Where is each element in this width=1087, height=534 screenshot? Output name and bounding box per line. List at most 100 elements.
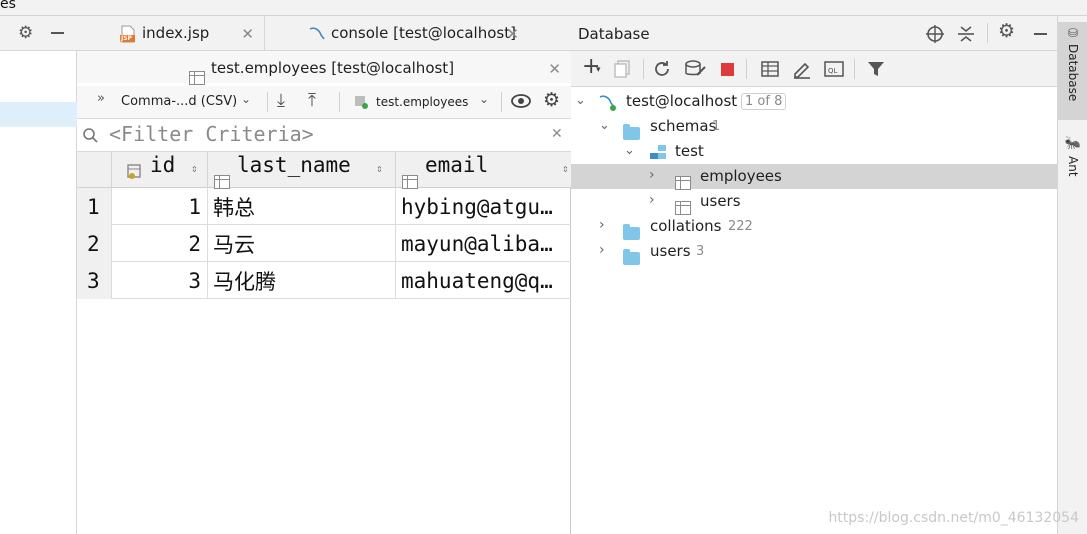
column-header-last-name[interactable]: last_name ⇕ bbox=[208, 152, 396, 189]
row-number: 3 bbox=[77, 262, 112, 299]
refresh-icon[interactable] bbox=[653, 60, 671, 82]
cell-last-name[interactable]: 韩总 bbox=[208, 188, 396, 225]
tab-index-jsp[interactable]: JSP index.jsp ✕ bbox=[77, 16, 265, 51]
column-name: last_name bbox=[237, 153, 351, 177]
close-icon[interactable]: ✕ bbox=[241, 25, 254, 43]
tree-label: schemas bbox=[650, 117, 717, 135]
item-count: 1 bbox=[712, 119, 721, 134]
minimize-icon[interactable] bbox=[51, 32, 64, 34]
chevron-right-icon[interactable]: › bbox=[599, 217, 605, 233]
cell-id[interactable]: 2 bbox=[112, 225, 208, 262]
column-header-email[interactable]: email ⇕ bbox=[396, 152, 571, 189]
gear-icon[interactable]: ⚙ bbox=[18, 23, 33, 43]
tree-node-collations[interactable]: › collations 222 bbox=[571, 214, 1057, 240]
chevron-down-icon[interactable]: ⌄ bbox=[479, 92, 489, 106]
sort-icon[interactable]: ⇕ bbox=[376, 162, 383, 175]
table-view-icon[interactable] bbox=[761, 61, 779, 81]
edit-icon[interactable] bbox=[792, 59, 812, 83]
ant-icon: 🐜 bbox=[1065, 136, 1081, 152]
table-row[interactable]: 1 1 韩总 hybing@atgu… bbox=[77, 188, 571, 225]
folder-icon bbox=[623, 249, 640, 265]
editor-tab-row-2: test.employees [test@localhost] ✕ bbox=[77, 51, 571, 86]
tree-node-schema-test[interactable]: ⌄ test bbox=[571, 139, 1057, 164]
window-title-fragment: es bbox=[0, 0, 16, 12]
schema-sync-icon[interactable] bbox=[684, 60, 706, 82]
cell-last-name[interactable]: 马化腾 bbox=[208, 262, 396, 299]
sort-icon[interactable]: ⇕ bbox=[562, 162, 569, 175]
sort-icon[interactable]: ⇕ bbox=[191, 162, 198, 175]
download-icon[interactable]: ⤓ bbox=[277, 90, 285, 111]
more-icon[interactable]: » bbox=[97, 91, 105, 106]
close-icon[interactable]: ✕ bbox=[551, 126, 563, 142]
tree-node-users[interactable]: › users 3 bbox=[571, 239, 1057, 265]
tool-tab-label: Ant bbox=[1066, 155, 1080, 177]
tree-label: users bbox=[650, 242, 691, 260]
cell-email[interactable]: mahuateng@q… bbox=[396, 262, 571, 299]
database-panel: Database ⚙ + ▾ QL ⌄ test@localhost 1 of … bbox=[571, 16, 1057, 534]
chevron-right-icon[interactable]: › bbox=[649, 167, 655, 183]
column-icon bbox=[402, 175, 418, 189]
chevron-down-icon[interactable]: ▾ bbox=[596, 65, 601, 75]
minimize-icon[interactable] bbox=[1034, 33, 1047, 35]
eye-icon[interactable] bbox=[510, 92, 532, 114]
filter-input[interactable]: <Filter Criteria> bbox=[109, 122, 314, 146]
table-icon bbox=[675, 175, 691, 190]
gear-icon[interactable]: ⚙ bbox=[543, 89, 560, 111]
database-toolbar: + ▾ QL bbox=[571, 51, 1057, 87]
table-row[interactable]: 2 2 马云 mayun@aliba… bbox=[77, 225, 571, 262]
jsp-badge: JSP bbox=[121, 35, 132, 42]
tab-test-employees[interactable]: test.employees [test@localhost] ✕ bbox=[77, 51, 571, 86]
tree-node-connection[interactable]: ⌄ test@localhost 1 of 8 bbox=[571, 89, 1057, 114]
cell-last-name[interactable]: 马云 bbox=[208, 225, 396, 262]
tool-window-stripe: ⛁ Database 🐜 Ant bbox=[1057, 16, 1087, 534]
divider bbox=[501, 92, 502, 112]
table-source-select[interactable]: test.employees bbox=[376, 95, 468, 109]
tree-node-schemas[interactable]: ⌄ schemas 1 bbox=[571, 114, 1057, 140]
close-icon[interactable]: ✕ bbox=[506, 25, 519, 43]
chevron-right-icon[interactable]: › bbox=[649, 192, 655, 208]
collapse-all-icon[interactable] bbox=[957, 24, 975, 48]
chevron-down-icon[interactable]: ⌄ bbox=[575, 93, 586, 108]
copy-icon[interactable] bbox=[613, 60, 631, 82]
tool-tab-ant[interactable]: 🐜 Ant bbox=[1058, 132, 1087, 184]
tool-tab-database[interactable]: ⛁ Database bbox=[1058, 22, 1087, 120]
tool-tab-label: Database bbox=[1066, 44, 1080, 102]
chevron-down-icon[interactable]: ⌄ bbox=[624, 143, 635, 158]
chevron-down-icon[interactable]: ⌄ bbox=[599, 118, 610, 133]
filter-criteria-bar[interactable]: <Filter Criteria> ✕ bbox=[77, 119, 571, 152]
crosshair-icon[interactable] bbox=[925, 24, 945, 48]
sql-console-icon[interactable]: QL bbox=[824, 61, 844, 81]
database-icon: ⛁ bbox=[1066, 26, 1080, 40]
upload-icon[interactable]: ⤒ bbox=[308, 90, 316, 111]
tree-node-employees[interactable]: › employees bbox=[571, 164, 1057, 190]
window-title-strip: es bbox=[0, 0, 1087, 16]
schema-count-badge[interactable]: 1 of 8 bbox=[741, 93, 787, 110]
chevron-right-icon[interactable]: › bbox=[599, 242, 605, 258]
connection-label: test@localhost bbox=[626, 92, 738, 110]
stop-icon[interactable] bbox=[721, 63, 734, 76]
tree-label: employees bbox=[700, 167, 782, 185]
tab-console[interactable]: console [test@localhost] ✕ bbox=[266, 16, 571, 51]
gear-icon[interactable]: ⚙ bbox=[998, 20, 1015, 42]
filter-icon[interactable] bbox=[867, 60, 885, 82]
column-header-id[interactable]: id ⇕ bbox=[112, 152, 208, 188]
divider bbox=[339, 92, 340, 112]
chevron-down-icon[interactable]: ⌄ bbox=[241, 92, 251, 106]
schema-icon bbox=[649, 144, 667, 164]
selected-tree-row[interactable] bbox=[0, 102, 77, 127]
cell-email[interactable]: mayun@aliba… bbox=[396, 225, 571, 262]
table-row[interactable]: 3 3 马化腾 mahuateng@q… bbox=[77, 262, 571, 299]
close-icon[interactable]: ✕ bbox=[548, 60, 561, 78]
project-panel-toolbar: ⚙ bbox=[0, 16, 77, 51]
export-format-select[interactable]: Comma-...d (CSV) bbox=[121, 94, 237, 109]
tree-node-users-table[interactable]: › users bbox=[571, 189, 1057, 215]
panel-title: Database bbox=[578, 25, 650, 43]
cell-id[interactable]: 3 bbox=[112, 262, 208, 299]
divider bbox=[987, 23, 988, 43]
cell-id[interactable]: 1 bbox=[112, 188, 208, 225]
svg-text:QL: QL bbox=[828, 67, 838, 75]
cell-email[interactable]: hybing@atgu… bbox=[396, 188, 571, 225]
item-count: 222 bbox=[728, 219, 753, 234]
grid-toolbar: » Comma-...d (CSV) ⌄ ⤓ ⤒ test.employees … bbox=[77, 86, 571, 119]
table-editor: JSP index.jsp ✕ console [test@localhost]… bbox=[77, 16, 571, 534]
